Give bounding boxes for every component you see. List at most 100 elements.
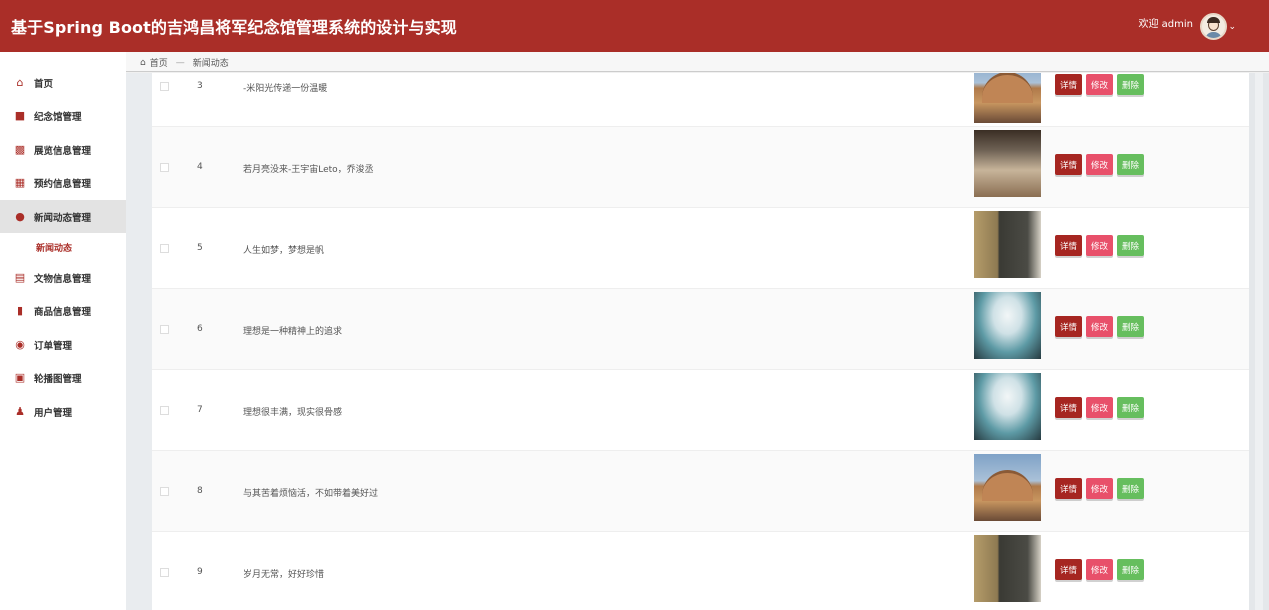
sidebar-item-user[interactable]: ♟ 用户管理 <box>0 395 126 428</box>
home-icon[interactable]: ⌂ <box>140 58 146 68</box>
welcome-text: 欢迎 admin <box>1138 19 1193 30</box>
delete-button[interactable]: 删除 <box>1117 397 1144 418</box>
main-content: 3 -米阳光传递一份温暖 详情 修改 删除 4 若月亮没来-王宇宙Leto，乔浚… <box>126 73 1269 610</box>
breadcrumb-home[interactable]: 首页 <box>150 56 168 69</box>
sidebar-item-artifact[interactable]: ▤ 文物信息管理 <box>0 261 126 294</box>
row-title: -米阳光传递一份温暖 <box>243 84 328 94</box>
home-icon: ⌂ <box>16 76 24 89</box>
row-index: 5 <box>197 243 203 253</box>
row-title: 与其苦着烦恼活，不如带着美好过 <box>243 489 379 499</box>
sidebar-item-order[interactable]: ◉ 订单管理 <box>0 328 126 361</box>
delete-button[interactable]: 删除 <box>1117 559 1144 580</box>
breadcrumb-separator: — <box>175 57 185 68</box>
row-title: 若月亮没来-王宇宙Leto，乔浚丞 <box>243 165 374 175</box>
exhibit-icon: ▩ <box>14 143 26 156</box>
row-thumbnail <box>974 292 1041 359</box>
sidebar-item-label: 纪念馆管理 <box>34 111 82 123</box>
breadcrumb: ⌂ 首页 — 新闻动态 <box>140 56 229 70</box>
breadcrumb-current: 新闻动态 <box>192 59 229 69</box>
edit-button[interactable]: 修改 <box>1086 559 1113 580</box>
row-index: 3 <box>197 81 203 91</box>
delete-button[interactable]: 删除 <box>1117 235 1144 256</box>
edit-button[interactable]: 修改 <box>1086 154 1113 175</box>
row-title: 人生如梦，梦想是帆 <box>243 246 325 256</box>
table-row: 5 人生如梦，梦想是帆 详情 修改 删除 <box>152 208 1250 289</box>
row-checkbox[interactable] <box>160 487 169 496</box>
table-row: 9 岁月无常，好好珍惜 详情 修改 删除 <box>152 532 1250 610</box>
table-row: 3 -米阳光传递一份温暖 详情 修改 删除 <box>152 73 1250 127</box>
news-table: 3 -米阳光传递一份温暖 详情 修改 删除 4 若月亮没来-王宇宙Leto，乔浚… <box>152 73 1250 610</box>
table-row: 6 理想是一种精神上的追求 详情 修改 删除 <box>152 289 1250 370</box>
row-index: 4 <box>197 162 203 172</box>
row-thumbnail <box>974 535 1041 602</box>
sidebar-item-label: 首页 <box>34 78 54 90</box>
row-index: 7 <box>197 405 203 415</box>
sidebar-item-label: 展览信息管理 <box>34 145 92 157</box>
detail-button[interactable]: 详情 <box>1055 235 1082 256</box>
row-thumbnail <box>974 73 1041 123</box>
edit-button[interactable]: 修改 <box>1086 397 1113 418</box>
artifact-icon: ▤ <box>14 271 26 284</box>
sidebar-item-product[interactable]: ▮ 商品信息管理 <box>0 294 126 327</box>
museum-icon: ■ <box>14 109 26 122</box>
product-icon: ▮ <box>16 304 24 317</box>
sidebar-item-label: 文物信息管理 <box>34 273 92 285</box>
detail-button[interactable]: 详情 <box>1055 154 1082 175</box>
user-menu[interactable]: 欢迎 admin <box>1138 15 1197 30</box>
row-checkbox[interactable] <box>160 82 169 91</box>
row-checkbox[interactable] <box>160 163 169 172</box>
row-checkbox[interactable] <box>160 568 169 577</box>
row-thumbnail <box>974 454 1041 521</box>
breadcrumb-bar: ⌂ 首页 — 新闻动态 <box>126 52 1269 72</box>
scrollbar[interactable] <box>1249 73 1269 610</box>
row-thumbnail <box>974 130 1041 197</box>
delete-button[interactable]: 删除 <box>1117 316 1144 337</box>
table-row: 4 若月亮没来-王宇宙Leto，乔浚丞 详情 修改 删除 <box>152 127 1250 208</box>
sidebar: ⌂ 首页 ■ 纪念馆管理 ▩ 展览信息管理 ▦ 预约信息管理 ● 新闻动态管理 … <box>0 52 126 610</box>
detail-button[interactable]: 详情 <box>1055 74 1082 95</box>
sidebar-item-label: 轮播图管理 <box>34 373 82 385</box>
delete-button[interactable]: 删除 <box>1117 478 1144 499</box>
sidebar-item-exhibit[interactable]: ▩ 展览信息管理 <box>0 133 126 166</box>
delete-button[interactable]: 删除 <box>1117 74 1144 95</box>
edit-button[interactable]: 修改 <box>1086 74 1113 95</box>
detail-button[interactable]: 详情 <box>1055 559 1082 580</box>
row-checkbox[interactable] <box>160 244 169 253</box>
sidebar-item-label: 订单管理 <box>34 340 73 352</box>
sidebar-item-label: 预约信息管理 <box>34 178 92 190</box>
detail-button[interactable]: 详情 <box>1055 397 1082 418</box>
edit-button[interactable]: 修改 <box>1086 316 1113 337</box>
row-checkbox[interactable] <box>160 325 169 334</box>
delete-button[interactable]: 删除 <box>1117 154 1144 175</box>
sidebar-item-label: 新闻动态管理 <box>34 212 92 224</box>
row-index: 9 <box>197 567 203 577</box>
avatar[interactable] <box>1200 13 1227 40</box>
row-thumbnail <box>974 373 1041 440</box>
row-title: 理想是一种精神上的追求 <box>243 327 343 337</box>
order-icon: ◉ <box>15 338 25 351</box>
sidebar-item-museum[interactable]: ■ 纪念馆管理 <box>0 99 126 132</box>
sidebar-subitem-news[interactable]: 新闻动态 <box>36 241 72 254</box>
user-icon: ♟ <box>15 405 25 418</box>
row-title: 岁月无常，好好珍惜 <box>243 570 325 580</box>
edit-button[interactable]: 修改 <box>1086 478 1113 499</box>
row-index: 6 <box>197 324 203 334</box>
sidebar-item-reservation[interactable]: ▦ 预约信息管理 <box>0 166 126 199</box>
sidebar-item-news[interactable]: ● 新闻动态管理 <box>0 200 126 233</box>
row-title: 理想很丰满，现实很骨感 <box>243 408 343 418</box>
table-row: 8 与其苦着烦恼活，不如带着美好过 详情 修改 删除 <box>152 451 1250 532</box>
sidebar-item-label: 商品信息管理 <box>34 306 92 318</box>
edit-button[interactable]: 修改 <box>1086 235 1113 256</box>
app-header: 基于Spring Boot的吉鸿昌将军纪念馆管理系统的设计与实现 欢迎 admi… <box>0 0 1269 52</box>
carousel-icon: ▣ <box>14 371 26 384</box>
sidebar-item-home[interactable]: ⌂ 首页 <box>0 66 126 99</box>
chevron-down-icon[interactable]: ⌄ <box>1228 22 1236 32</box>
table-row: 7 理想很丰满，现实很骨感 详情 修改 删除 <box>152 370 1250 451</box>
sidebar-item-carousel[interactable]: ▣ 轮播图管理 <box>0 361 126 394</box>
detail-button[interactable]: 详情 <box>1055 316 1082 337</box>
detail-button[interactable]: 详情 <box>1055 478 1082 499</box>
sidebar-item-label: 用户管理 <box>34 407 73 419</box>
row-checkbox[interactable] <box>160 406 169 415</box>
calendar-icon: ▦ <box>14 176 26 189</box>
row-thumbnail <box>974 211 1041 278</box>
